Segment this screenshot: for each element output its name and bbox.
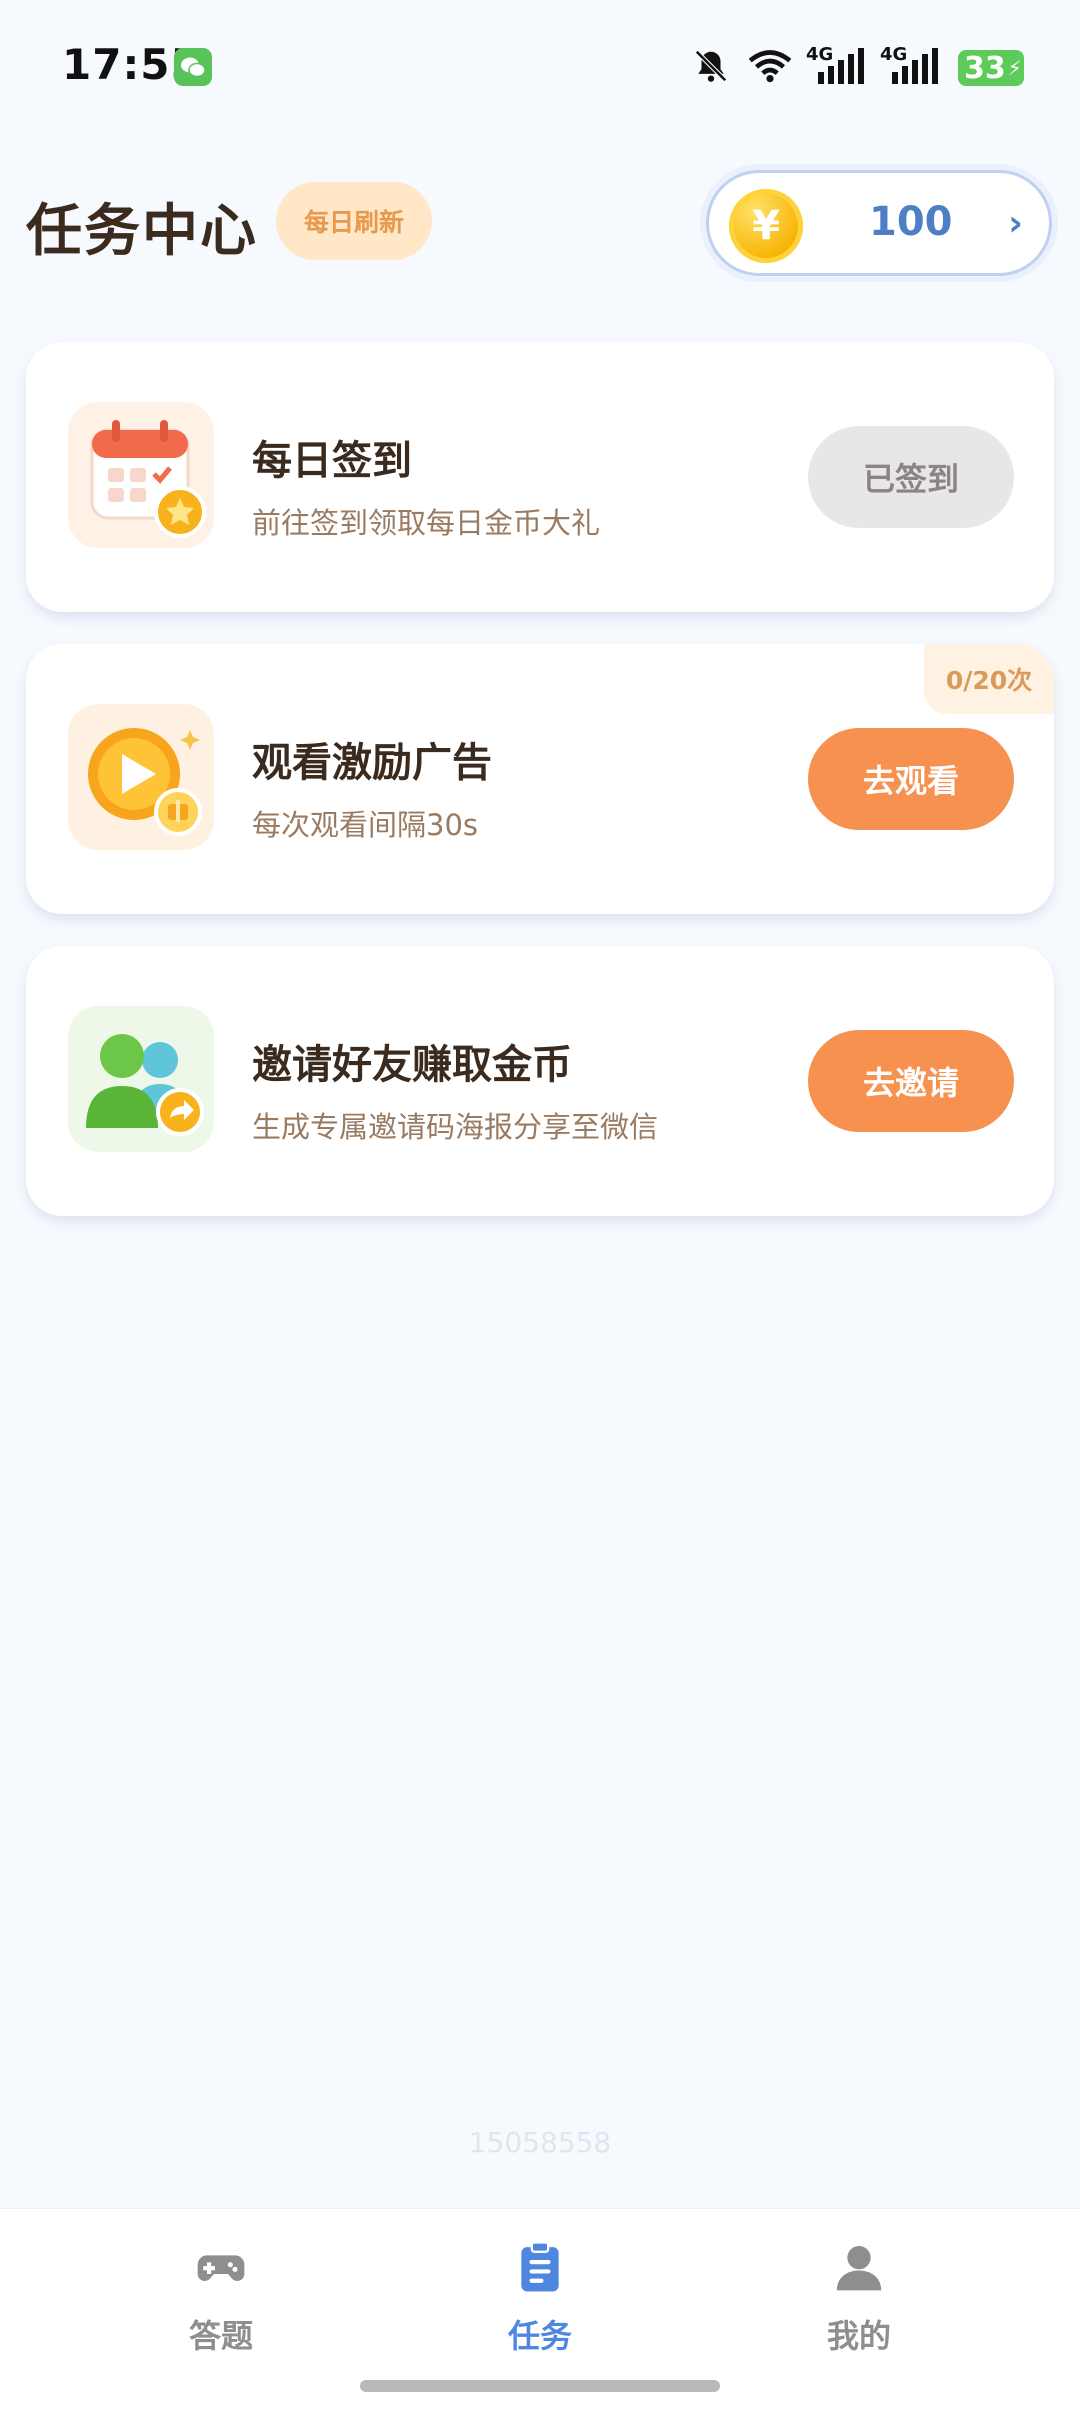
task-description: 每次观看间隔30s	[252, 808, 479, 842]
mute-bell-icon	[692, 47, 730, 89]
task-card-invite-friends: 邀请好友赚取金币 生成专属邀请码海报分享至微信 去邀请	[26, 946, 1054, 1216]
checked-in-button[interactable]: 已签到	[808, 426, 1014, 528]
watch-ad-button[interactable]: 去观看	[808, 728, 1014, 830]
task-title: 邀请好友赚取金币	[252, 1042, 572, 1088]
coin-balance-button[interactable]: ¥ 100 ›	[706, 170, 1052, 276]
status-bar: 17:55 4G 4G 33 ⚡	[0, 0, 1080, 140]
coin-symbol: ¥	[752, 203, 780, 249]
user-id-watermark: 15058558	[468, 2126, 612, 2159]
task-title: 每日签到	[252, 438, 412, 484]
task-description: 生成专属邀请码海报分享至微信	[252, 1110, 659, 1144]
nav-item-quiz[interactable]: 答题	[121, 2229, 321, 2359]
video-play-icon	[68, 704, 214, 850]
task-title: 观看激励广告	[252, 740, 492, 786]
nav-label: 我的	[826, 2317, 891, 2355]
wifi-icon	[748, 48, 792, 88]
chevron-right-icon: ›	[1008, 203, 1023, 244]
wechat-icon	[174, 48, 212, 86]
nav-label: 任务	[507, 2317, 572, 2355]
coin-icon: ¥	[729, 189, 803, 263]
network-type-label: 4G	[806, 44, 834, 65]
network-type-label: 4G	[880, 44, 908, 65]
coin-balance-value: 100	[869, 199, 953, 245]
charging-icon: ⚡	[1007, 56, 1022, 80]
invite-friends-icon	[68, 1006, 214, 1152]
home-indicator[interactable]	[360, 2380, 720, 2392]
daily-refresh-badge: 每日刷新	[276, 182, 432, 260]
ad-progress-badge: 0/20次	[924, 644, 1054, 714]
battery-level: 33	[964, 50, 1006, 86]
invite-button[interactable]: 去邀请	[808, 1030, 1014, 1132]
gamepad-icon	[193, 2239, 249, 2295]
calendar-icon	[68, 402, 214, 548]
cell-signal-2: 4G	[880, 44, 940, 88]
task-description: 前往签到领取每日金币大礼	[252, 506, 601, 540]
nav-item-profile[interactable]: 我的	[759, 2229, 959, 2359]
nav-label: 答题	[188, 2317, 253, 2355]
battery-indicator: 33 ⚡	[958, 50, 1024, 86]
clipboard-icon	[512, 2239, 568, 2295]
user-icon	[831, 2239, 887, 2295]
nav-item-tasks[interactable]: 任务	[440, 2229, 640, 2359]
page-title: 任务中心	[26, 199, 258, 264]
status-icons: 4G 4G 33 ⚡	[692, 44, 1024, 92]
cell-signal-1: 4G	[806, 44, 866, 88]
task-card-daily-checkin: 每日签到 前往签到领取每日金币大礼 已签到	[26, 342, 1054, 612]
task-card-watch-ad: 0/20次 观看激励广告 每次观看间隔30s 去观看	[26, 644, 1054, 914]
